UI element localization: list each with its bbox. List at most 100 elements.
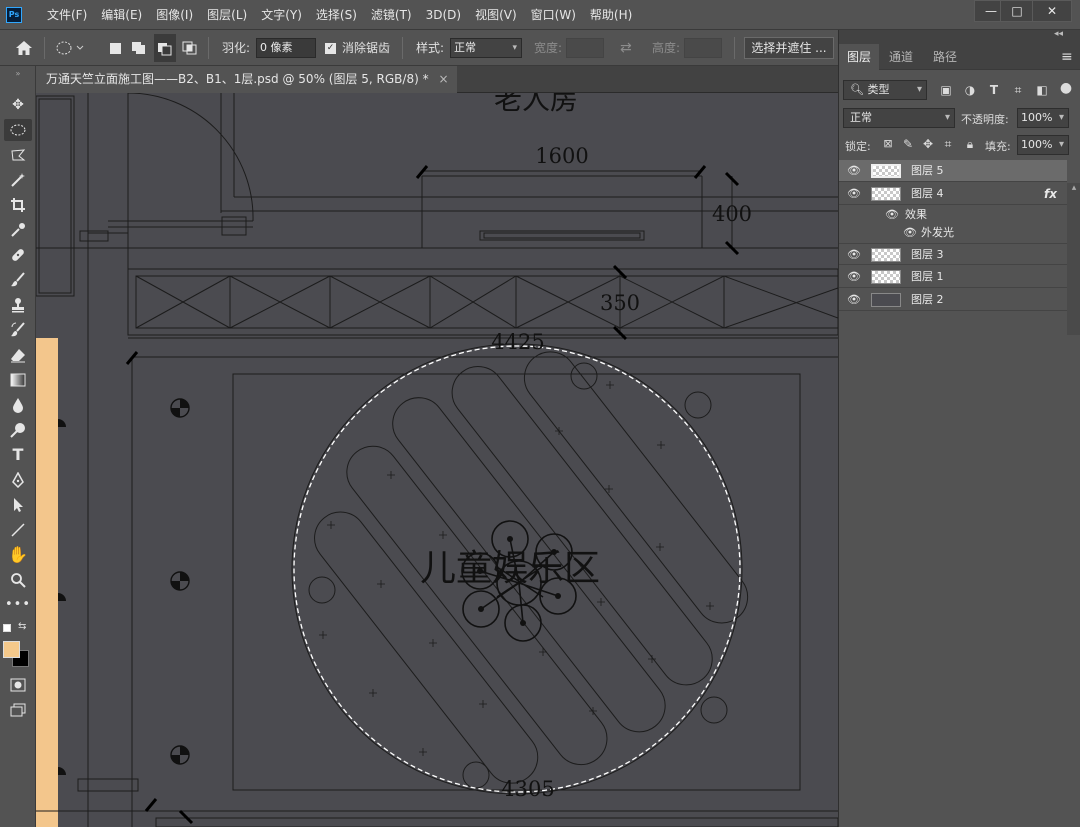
visibility-eye-icon[interactable]: 👁︎ bbox=[847, 165, 861, 177]
maximize-button[interactable]: □ bbox=[1000, 0, 1034, 22]
healing-brush-icon[interactable] bbox=[4, 244, 32, 266]
eraser-icon[interactable] bbox=[4, 344, 32, 366]
more-tools-icon[interactable]: ••• bbox=[4, 594, 32, 616]
marquee-preset-icon[interactable] bbox=[56, 30, 84, 66]
visibility-eye-icon[interactable]: 👁︎ bbox=[847, 294, 861, 306]
blend-mode-select[interactable]: 正常 ▾ bbox=[843, 108, 955, 128]
home-icon[interactable] bbox=[14, 30, 34, 66]
tv-cabinet bbox=[479, 230, 645, 241]
menu-image[interactable]: 图像(I) bbox=[149, 0, 200, 30]
layer-filter-select[interactable]: 🔍︎ 类型 ▾ bbox=[843, 80, 927, 100]
type-icon[interactable]: T bbox=[4, 444, 32, 466]
pixel-filter-icon[interactable]: ▣ bbox=[939, 82, 953, 98]
filter-toggle-icon[interactable]: ● bbox=[1059, 80, 1073, 96]
menu-3d[interactable]: 3D(D) bbox=[419, 0, 468, 30]
lock-artboard-icon[interactable]: ⌗ bbox=[941, 136, 955, 152]
select-and-mask-button[interactable]: 选择并遮住 ... bbox=[744, 37, 834, 59]
menu-layer[interactable]: 图层(L) bbox=[200, 0, 254, 30]
antialias-checkbox[interactable]: ✓ bbox=[325, 30, 336, 66]
menu-type[interactable]: 文字(Y) bbox=[254, 0, 309, 30]
path-selection-icon[interactable] bbox=[4, 494, 32, 516]
visibility-eye-icon[interactable]: 👁︎ bbox=[847, 249, 861, 261]
menu-select[interactable]: 选择(S) bbox=[309, 0, 364, 30]
toolbar-collapse-icon[interactable]: » bbox=[4, 70, 32, 78]
menu-filter[interactable]: 滤镜(T) bbox=[364, 0, 419, 30]
menu-window[interactable]: 窗口(W) bbox=[524, 0, 583, 30]
blur-icon[interactable] bbox=[4, 394, 32, 416]
menu-edit[interactable]: 编辑(E) bbox=[94, 0, 149, 30]
subtract-selection-icon[interactable] bbox=[154, 34, 176, 62]
visibility-eye-icon[interactable]: 👁︎ bbox=[903, 227, 917, 239]
move-icon[interactable]: ✥ bbox=[4, 94, 32, 116]
visibility-eye-icon[interactable]: 👁︎ bbox=[847, 188, 861, 200]
gradient-icon[interactable] bbox=[4, 369, 32, 391]
style-select[interactable]: 正常 ▾ bbox=[450, 38, 522, 58]
lock-pixels-icon[interactable]: ✎ bbox=[901, 136, 915, 152]
quick-mask-icon[interactable] bbox=[4, 674, 32, 696]
canvas-area[interactable]: 老人房 1600 400 350 4425 儿童娱乐区 4305 bbox=[36, 93, 838, 827]
layer-row[interactable]: 👁︎ 图层 1 bbox=[839, 266, 1067, 288]
feather-input[interactable]: 0 像素 bbox=[256, 38, 316, 58]
foreground-color-swatch[interactable] bbox=[3, 641, 20, 658]
layer-row[interactable]: 👁︎ 图层 2 bbox=[839, 289, 1067, 311]
magic-wand-icon[interactable] bbox=[4, 169, 32, 191]
menu-list: 文件(F) 编辑(E) 图像(I) 图层(L) 文字(Y) 选择(S) 滤镜(T… bbox=[40, 0, 639, 30]
visibility-eye-icon[interactable]: 👁︎ bbox=[847, 271, 861, 283]
shape-filter-icon[interactable]: ⌗ bbox=[1011, 82, 1025, 98]
adjustment-filter-icon[interactable]: ◑ bbox=[963, 82, 977, 98]
hand-icon[interactable]: ✋ bbox=[4, 544, 32, 566]
menu-help[interactable]: 帮助(H) bbox=[583, 0, 639, 30]
layer-name[interactable]: 图层 5 bbox=[911, 160, 944, 182]
layer-name[interactable]: 图层 1 bbox=[911, 266, 944, 288]
clone-stamp-icon[interactable] bbox=[4, 294, 32, 316]
swap-icon[interactable]: ⇄ bbox=[620, 30, 632, 66]
type-filter-icon[interactable]: T bbox=[987, 82, 1001, 98]
line-icon[interactable] bbox=[4, 519, 32, 541]
menu-view[interactable]: 视图(V) bbox=[468, 0, 524, 30]
tab-paths[interactable]: 路径 bbox=[925, 44, 965, 70]
new-selection-icon[interactable] bbox=[110, 43, 121, 54]
screen-mode-icon[interactable] bbox=[4, 699, 32, 721]
fill-input[interactable]: 100% ▾ bbox=[1017, 135, 1069, 155]
scroll-up-icon[interactable]: ▴ bbox=[1069, 183, 1079, 201]
document-tab[interactable]: 万通天竺立面施工图——B2、B1、1层.psd @ 50% (图层 5, RGB… bbox=[36, 66, 457, 93]
tab-layers[interactable]: 图层 bbox=[839, 44, 880, 70]
elliptical-marquee-icon[interactable] bbox=[4, 119, 32, 141]
layer-name[interactable]: 图层 2 bbox=[911, 289, 944, 311]
lock-position-icon[interactable]: ✥ bbox=[921, 136, 935, 152]
layer-row[interactable]: 👁︎ 图层 5 bbox=[839, 160, 1067, 182]
layer-effects-icon[interactable]: fx bbox=[1044, 183, 1057, 205]
layer-name[interactable]: 图层 4 bbox=[911, 183, 944, 205]
layers-scrollbar[interactable]: ▴ bbox=[1067, 183, 1080, 335]
dodge-icon[interactable] bbox=[4, 419, 32, 441]
default-colors-icon[interactable] bbox=[3, 624, 11, 632]
history-brush-icon[interactable] bbox=[4, 319, 32, 341]
height-input[interactable] bbox=[684, 38, 722, 58]
layer-row[interactable]: 👁︎ 图层 4 fx bbox=[839, 183, 1067, 205]
outer-glow-row[interactable]: 👁︎ 外发光 bbox=[839, 224, 1067, 242]
tab-channels[interactable]: 通道 bbox=[881, 44, 921, 70]
effects-row[interactable]: 👁︎ 效果 bbox=[839, 206, 1067, 224]
close-tab-icon[interactable]: × bbox=[439, 66, 449, 93]
intersect-selection-icon[interactable] bbox=[182, 30, 198, 66]
eyedropper-icon[interactable] bbox=[4, 219, 32, 241]
zoom-icon[interactable] bbox=[4, 569, 32, 591]
crop-icon[interactable] bbox=[4, 194, 32, 216]
lock-transparency-icon[interactable]: ⊠ bbox=[881, 136, 895, 152]
swap-colors-icon[interactable]: ⇆ bbox=[18, 621, 26, 632]
layer-name[interactable]: 图层 3 bbox=[911, 244, 944, 266]
width-input[interactable] bbox=[566, 38, 604, 58]
pen-icon[interactable] bbox=[4, 469, 32, 491]
smart-object-filter-icon[interactable]: ◧ bbox=[1035, 82, 1049, 98]
visibility-eye-icon[interactable]: 👁︎ bbox=[885, 209, 899, 221]
opacity-input[interactable]: 100% ▾ bbox=[1017, 108, 1069, 128]
brush-icon[interactable] bbox=[4, 269, 32, 291]
menu-file[interactable]: 文件(F) bbox=[40, 0, 94, 30]
add-selection-icon[interactable] bbox=[131, 30, 147, 66]
close-window-button[interactable]: ✕ bbox=[1032, 0, 1072, 22]
lock-all-icon[interactable]: 🔒︎ bbox=[963, 136, 977, 152]
panel-menu-icon[interactable]: ≡ bbox=[1057, 44, 1077, 70]
lasso-icon[interactable] bbox=[4, 144, 32, 166]
collapse-panels-icon[interactable]: ◂◂ bbox=[1054, 29, 1063, 39]
layer-row[interactable]: 👁︎ 图层 3 bbox=[839, 243, 1067, 265]
